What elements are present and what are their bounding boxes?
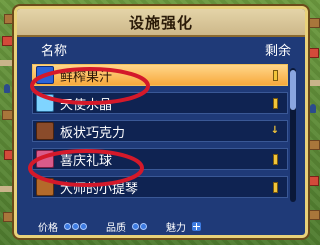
list-scrollbar[interactable]	[290, 68, 296, 202]
plus-icon	[192, 221, 201, 231]
list-item-juice[interactable]: 鲜榨果汁	[32, 64, 288, 86]
road-path	[0, 60, 14, 66]
visitor-sprite	[4, 84, 10, 93]
panel-title-bar: 设施强化	[17, 9, 305, 37]
item-name: 板状巧克力	[60, 125, 126, 141]
quality-level-pips	[132, 222, 148, 230]
list-header: 名称 剩余	[17, 37, 305, 61]
remaining-column-header: 剩余	[264, 43, 291, 59]
building-tile	[306, 18, 320, 28]
scrollbar-thumb[interactable]	[290, 70, 296, 110]
item-name: 鲜榨果汁	[60, 69, 113, 85]
stock-indicator	[273, 181, 278, 193]
level-pip	[72, 222, 79, 230]
building-tile	[306, 140, 320, 150]
list-item-party-ball[interactable]: 喜庆礼球	[32, 148, 288, 170]
party-ball-icon	[36, 150, 54, 168]
level-pip	[80, 222, 87, 230]
list-item-chocolate[interactable]: 板状巧克力 ↓	[32, 120, 288, 142]
road-path	[0, 186, 14, 192]
visitor-sprite	[310, 104, 316, 113]
quality-stat: 品质	[106, 219, 148, 234]
price-stat: 价格	[38, 219, 88, 234]
level-pip	[64, 222, 71, 230]
item-list: 鲜榨果汁 天使水晶 板状巧克力 ↓ 喜庆礼球 大师的小提琴	[32, 64, 288, 212]
price-label: 价格	[38, 222, 58, 234]
item-name: 天使水晶	[60, 97, 113, 113]
panel-title: 设施强化	[128, 13, 193, 32]
charm-label: 魅力	[166, 222, 186, 234]
house-roof	[307, 48, 319, 58]
quality-label: 品质	[106, 222, 126, 234]
house-roof	[307, 176, 319, 186]
list-item-violin[interactable]: 大师的小提琴	[32, 176, 288, 198]
crystal-icon	[36, 94, 54, 112]
road-path	[306, 80, 320, 86]
level-pip	[132, 222, 139, 230]
stock-indicator	[273, 97, 278, 109]
building-tile	[306, 210, 320, 220]
charm-stat: 魅力	[166, 219, 201, 234]
level-pip	[140, 222, 147, 230]
stock-indicator	[273, 153, 278, 165]
item-stats-footer: 价格 品质 魅力	[14, 213, 308, 239]
chocolate-icon	[36, 122, 54, 140]
violin-icon	[36, 178, 54, 196]
decrease-arrow-badge: ↓	[270, 125, 280, 136]
juice-cup-icon	[36, 66, 54, 84]
price-level-pips	[64, 222, 88, 230]
name-column-header: 名称	[41, 43, 68, 59]
house-roof	[2, 36, 14, 46]
stock-indicator	[273, 69, 278, 81]
list-item-crystal[interactable]: 天使水晶	[32, 92, 288, 114]
item-name: 大师的小提琴	[60, 181, 139, 197]
item-name: 喜庆礼球	[60, 153, 113, 169]
